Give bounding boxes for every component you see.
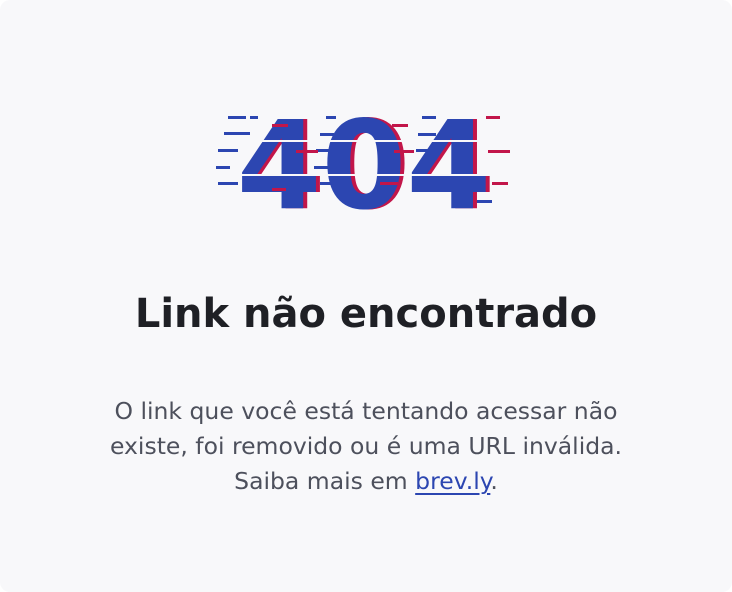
error-404-illustration: 404 404 bbox=[216, 100, 516, 220]
message-line-2: existe, foi removido ou é uma URL inváli… bbox=[109, 432, 623, 460]
page-title: Link não encontrado bbox=[134, 291, 598, 337]
error-404-graphic: 404 404 bbox=[216, 100, 516, 220]
not-found-card: 404 404 Link não encontrado O link que v… bbox=[0, 0, 732, 592]
error-code: 404 bbox=[237, 100, 492, 220]
brevly-link[interactable]: brev.ly bbox=[415, 467, 490, 495]
message-line-3-prefix: Saiba mais em bbox=[234, 467, 416, 495]
message-line-1: O link que você está tentando acessar nã… bbox=[114, 397, 618, 425]
error-message: O link que você está tentando acessar nã… bbox=[56, 394, 676, 499]
message-line-3-suffix: . bbox=[490, 467, 498, 495]
